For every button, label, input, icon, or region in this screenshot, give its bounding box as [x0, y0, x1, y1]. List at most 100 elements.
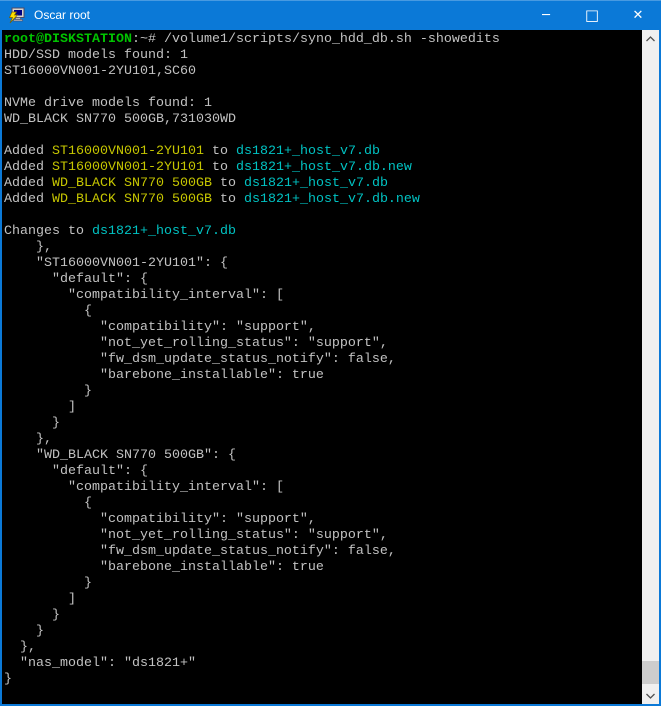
- terminal-line: "not_yet_rolling_status": "support",: [4, 528, 642, 544]
- chevron-up-icon: [646, 36, 655, 42]
- terminal-text-segment: "default": {: [4, 464, 148, 479]
- terminal-text-segment: ds1821+_host_v7.db: [92, 224, 236, 239]
- terminal-text-segment: }: [4, 576, 92, 591]
- terminal-line: "fw_dsm_update_status_notify": false,: [4, 544, 642, 560]
- terminal-line: "not_yet_rolling_status": "support",: [4, 336, 642, 352]
- terminal-text-segment: "not_yet_rolling_status": "support",: [4, 528, 388, 543]
- terminal-line: Changes to ds1821+_host_v7.db: [4, 224, 642, 240]
- terminal-text-segment: :~# /volume1/scripts/syno_hdd_db.sh -sho…: [132, 32, 500, 47]
- terminal-line: }: [4, 576, 642, 592]
- terminal-line: "default": {: [4, 464, 642, 480]
- terminal-text-segment: "default": {: [4, 272, 148, 287]
- terminal-text-segment: "nas_model": "ds1821+": [4, 656, 196, 671]
- scrollbar-thumb[interactable]: [642, 661, 659, 684]
- window-title: Oscar root: [34, 8, 90, 22]
- terminal-text-segment: "barebone_installable": true: [4, 560, 324, 575]
- terminal-text-segment: }: [4, 384, 92, 399]
- terminal-line: "default": {: [4, 272, 642, 288]
- putty-terminal-icon[interactable]: [7, 7, 25, 24]
- terminal-line: "compatibility_interval": [: [4, 480, 642, 496]
- terminal-line: ]: [4, 592, 642, 608]
- terminal-text-segment: ds1821+_host_v7.db.new: [236, 160, 412, 175]
- terminal-text-segment: }: [4, 624, 44, 639]
- terminal-text-segment: root@DISKSTATION: [4, 32, 132, 47]
- terminal-line: HDD/SSD models found: 1: [4, 48, 642, 64]
- terminal-line: },: [4, 240, 642, 256]
- terminal-text-segment: "barebone_installable": true: [4, 368, 324, 383]
- scroll-up-button[interactable]: [642, 30, 659, 47]
- terminal-text-segment: }: [4, 608, 60, 623]
- terminal-text-segment: "not_yet_rolling_status": "support",: [4, 336, 388, 351]
- terminal-text-segment: ds1821+_host_v7.db: [236, 144, 380, 159]
- terminal-text-segment: }: [4, 672, 12, 687]
- terminal-text-segment: WD_BLACK SN770 500GB,731030WD: [4, 112, 236, 127]
- terminal-text-segment: ST16000VN001-2YU101: [52, 160, 204, 175]
- terminal-line: "WD_BLACK SN770 500GB": {: [4, 448, 642, 464]
- terminal-line: WD_BLACK SN770 500GB,731030WD: [4, 112, 642, 128]
- terminal-text-segment: "ST16000VN001-2YU101": {: [4, 256, 228, 271]
- terminal-text-segment: ds1821+_host_v7.db.new: [244, 192, 420, 207]
- title-bar[interactable]: Oscar root ─ □ ✕: [0, 0, 661, 30]
- terminal-text-segment: ST16000VN001-2YU101: [52, 144, 204, 159]
- terminal-line: "nas_model": "ds1821+": [4, 656, 642, 672]
- terminal-text-segment: ]: [4, 400, 76, 415]
- terminal-text-segment: ST16000VN001-2YU101,SC60: [4, 64, 196, 79]
- terminal-line: ]: [4, 400, 642, 416]
- terminal-line: {: [4, 304, 642, 320]
- terminal-line: "fw_dsm_update_status_notify": false,: [4, 352, 642, 368]
- putty-window: Oscar root ─ □ ✕ root@DISKSTATION:~# /vo…: [0, 0, 661, 706]
- terminal-text-segment: NVMe drive models found: 1: [4, 96, 212, 111]
- terminal-text-segment: Added: [4, 160, 52, 175]
- terminal-line: }: [4, 384, 642, 400]
- terminal-text-segment: ds1821+_host_v7.db: [244, 176, 388, 191]
- terminal-line: }: [4, 416, 642, 432]
- terminal-output[interactable]: root@DISKSTATION:~# /volume1/scripts/syn…: [2, 30, 642, 704]
- terminal-text-segment: "fw_dsm_update_status_notify": false,: [4, 352, 396, 367]
- terminal-text-segment: "WD_BLACK SN770 500GB": {: [4, 448, 236, 463]
- terminal-text-segment: ]: [4, 592, 76, 607]
- terminal-text-segment: {: [4, 304, 92, 319]
- terminal-text-segment: },: [4, 240, 52, 255]
- chevron-down-icon: [646, 693, 655, 699]
- terminal-line: ST16000VN001-2YU101,SC60: [4, 64, 642, 80]
- terminal-text-segment: }: [4, 416, 60, 431]
- terminal-text-segment: to: [204, 160, 236, 175]
- terminal-line: }: [4, 624, 642, 640]
- terminal-text-segment: to: [212, 192, 244, 207]
- maximize-button[interactable]: □: [569, 0, 615, 30]
- terminal-text-segment: "fw_dsm_update_status_notify": false,: [4, 544, 396, 559]
- terminal-text-segment: {: [4, 496, 92, 511]
- scrollbar[interactable]: [642, 30, 659, 704]
- close-button[interactable]: ✕: [615, 0, 661, 30]
- terminal-text-segment: "compatibility_interval": [: [4, 288, 284, 303]
- terminal-line: "barebone_installable": true: [4, 368, 642, 384]
- terminal-text-segment: "compatibility": "support",: [4, 512, 316, 527]
- terminal-line: "ST16000VN001-2YU101": {: [4, 256, 642, 272]
- minimize-button[interactable]: ─: [523, 0, 569, 30]
- terminal-line: Added WD_BLACK SN770 500GB to ds1821+_ho…: [4, 176, 642, 192]
- scroll-down-button[interactable]: [642, 687, 659, 704]
- terminal-line: }: [4, 672, 642, 688]
- terminal-text-segment: },: [4, 432, 52, 447]
- terminal-line: NVMe drive models found: 1: [4, 96, 642, 112]
- window-body: root@DISKSTATION:~# /volume1/scripts/syn…: [2, 30, 659, 704]
- terminal-text-segment: Added: [4, 144, 52, 159]
- terminal-text-segment: WD_BLACK SN770 500GB: [52, 176, 212, 191]
- terminal-line: }: [4, 608, 642, 624]
- terminal-text-segment: to: [212, 176, 244, 191]
- terminal-line: root@DISKSTATION:~# /volume1/scripts/syn…: [4, 32, 642, 48]
- terminal-line: {: [4, 496, 642, 512]
- terminal-text-segment: HDD/SSD models found: 1: [4, 48, 188, 63]
- terminal-line: "compatibility_interval": [: [4, 288, 642, 304]
- terminal-text-segment: Added: [4, 176, 52, 191]
- terminal-text-segment: },: [4, 640, 36, 655]
- terminal-text-segment: Changes to: [4, 224, 92, 239]
- terminal-line: [4, 80, 642, 96]
- terminal-line: Added WD_BLACK SN770 500GB to ds1821+_ho…: [4, 192, 642, 208]
- caption-buttons: ─ □ ✕: [523, 0, 661, 30]
- terminal-text-segment: to: [204, 144, 236, 159]
- terminal-line: "compatibility": "support",: [4, 320, 642, 336]
- terminal-text-segment: "compatibility": "support",: [4, 320, 316, 335]
- terminal-line: },: [4, 640, 642, 656]
- terminal-line: "compatibility": "support",: [4, 512, 642, 528]
